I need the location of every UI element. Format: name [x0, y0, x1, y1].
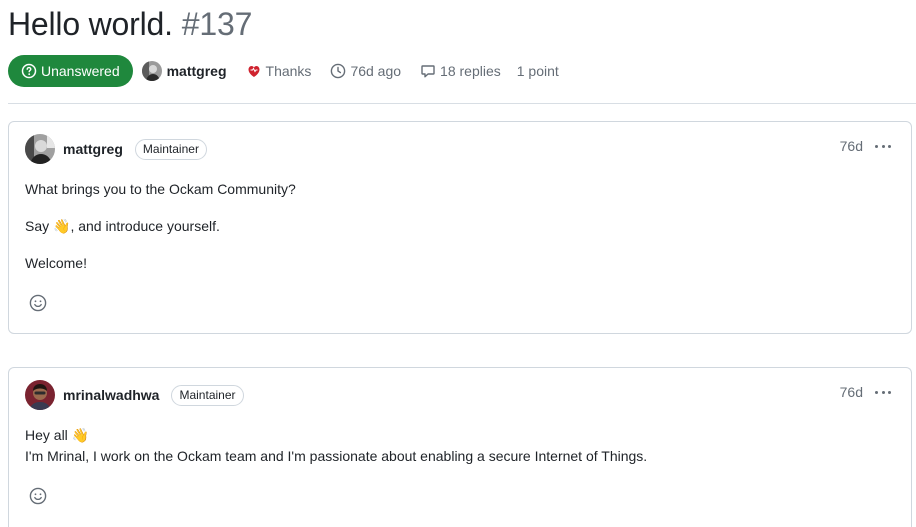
kebab-icon[interactable]	[875, 389, 891, 395]
divider	[8, 103, 916, 104]
comment-header: mattgreg Maintainer	[25, 134, 207, 164]
role-badge: Maintainer	[171, 384, 244, 406]
comment-line: I'm Mrinal, I work on the Ockam team and…	[25, 448, 648, 464]
question-circle-icon	[21, 63, 37, 79]
comment-time[interactable]: 76d	[840, 384, 863, 400]
comment-time[interactable]: 76d	[840, 138, 863, 154]
heart-icon	[248, 66, 260, 77]
add-reaction-button[interactable]	[26, 291, 50, 315]
comment-paragraph: What brings you to the Ockam Community?	[25, 181, 296, 197]
comment-author[interactable]: mattgreg	[63, 141, 123, 157]
comment-icon	[421, 65, 435, 78]
avatar[interactable]	[25, 380, 55, 410]
role-badge: Maintainer	[134, 138, 207, 160]
smiley-icon	[29, 487, 47, 505]
replies-count: 18 replies	[440, 63, 501, 79]
replies-item: 18 replies	[420, 63, 501, 79]
comment-paragraph: Say 👋, and introduce yourself.	[25, 218, 220, 234]
state-badge: Unanswered	[8, 55, 133, 87]
age-text: 76d ago	[350, 63, 402, 79]
page-title: Hello world.	[8, 6, 173, 42]
author-link[interactable]: mattgreg	[141, 61, 227, 81]
comment-line: Hey all 👋	[25, 427, 90, 443]
author-name[interactable]: mattgreg	[167, 63, 227, 79]
comment-author[interactable]: mrinalwadhwa	[63, 387, 159, 403]
comment-header: mrinalwadhwa Maintainer	[25, 380, 244, 410]
thanks-item: Thanks	[246, 63, 312, 79]
points-count: 1 point	[516, 63, 559, 79]
age-item: 76d ago	[330, 63, 401, 79]
state-label: Unanswered	[41, 63, 120, 79]
discussion-number: #137	[181, 6, 253, 42]
discussion-meta: Unanswered mattgreg Thanks 76d ago 18 re…	[8, 55, 559, 87]
kebab-icon[interactable]	[875, 143, 891, 149]
comment: mrinalwadhwa Maintainer 76d Hey all 👋 I'…	[8, 367, 912, 527]
clock-icon	[331, 63, 346, 79]
comment-paragraph: Welcome!	[25, 255, 87, 271]
add-reaction-button[interactable]	[26, 484, 50, 508]
smiley-icon	[29, 294, 47, 312]
avatar[interactable]	[25, 134, 55, 164]
avatar[interactable]	[141, 61, 162, 81]
points-item: 1 point	[517, 63, 559, 79]
comment: mattgreg Maintainer 76d What brings you …	[8, 121, 912, 334]
discussion-header: Hello world. #137	[8, 6, 252, 46]
thanks-label: Thanks	[265, 63, 312, 79]
